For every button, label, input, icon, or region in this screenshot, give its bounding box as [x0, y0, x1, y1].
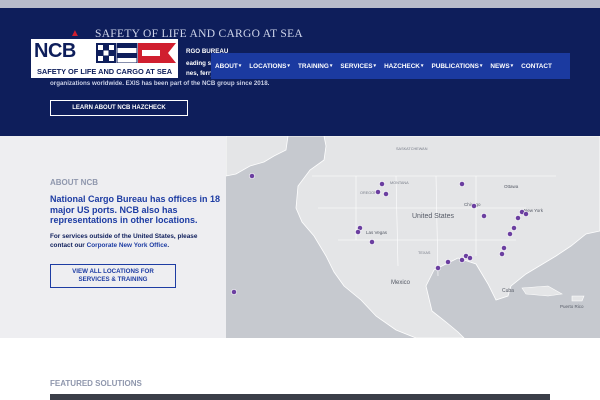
- locations-headline: National Cargo Bureau has offices in 18 …: [50, 194, 221, 225]
- nav-label: PUBLICATIONS: [431, 62, 479, 70]
- nav-item-training[interactable]: TRAINING ▾: [298, 63, 332, 70]
- office-marker[interactable]: [507, 231, 513, 237]
- map-label-mexico: Mexico: [391, 280, 411, 286]
- office-marker[interactable]: [249, 173, 255, 179]
- nav-item-locations[interactable]: LOCATIONS ▾: [249, 63, 290, 70]
- map-label-united-states: United States: [412, 213, 455, 220]
- chevron-down-icon: ▾: [238, 63, 242, 69]
- locations-note: For services outside of the United State…: [50, 233, 220, 250]
- nav-item-services[interactable]: SERVICES ▾: [340, 63, 376, 70]
- chevron-down-icon: ▾: [479, 63, 483, 69]
- office-marker[interactable]: [459, 257, 465, 263]
- nav-label: HAZCHECK: [384, 62, 420, 70]
- nav-item-contact[interactable]: CONTACT: [521, 63, 552, 70]
- map-label-texas: TEXAS: [418, 251, 431, 255]
- office-marker[interactable]: [511, 225, 517, 231]
- nav-label: SERVICES: [340, 62, 373, 70]
- corporate-office-link[interactable]: Corporate New York Office: [87, 242, 168, 249]
- button-line-2: SERVICES & TRAINING: [78, 276, 148, 283]
- office-marker[interactable]: [501, 245, 507, 251]
- nav-item-hazcheck[interactable]: HAZCHECK ▾: [384, 63, 423, 70]
- logo-wordmark: NCB: [34, 40, 76, 62]
- featured-solutions-heading: FEATURED SOLUTIONS: [50, 379, 142, 388]
- map-canvas: United States Mexico Cuba Puerto Rico Ot…: [226, 136, 600, 338]
- office-marker[interactable]: [523, 211, 529, 217]
- map-label-cuba: Cuba: [502, 288, 514, 294]
- nav-item-about[interactable]: ABOUT ▾: [215, 63, 241, 70]
- locations-info-panel: ABOUT NCB National Cargo Bureau has offi…: [0, 136, 226, 338]
- land-puerto-rico: [571, 295, 585, 302]
- chevron-down-icon: ▾: [373, 63, 377, 69]
- office-marker[interactable]: [515, 215, 521, 221]
- nav-item-publications[interactable]: PUBLICATIONS ▾: [431, 63, 482, 70]
- featured-solutions-image: [50, 394, 550, 400]
- office-marker[interactable]: [471, 203, 477, 209]
- office-locations-map[interactable]: United States Mexico Cuba Puerto Rico Ot…: [226, 136, 600, 338]
- office-marker[interactable]: [369, 239, 375, 245]
- office-marker[interactable]: [435, 265, 441, 271]
- office-marker[interactable]: [481, 213, 487, 219]
- top-utility-bar: [0, 0, 600, 8]
- logo-subtitle: SAFETY OF LIFE AND CARGO AT SEA: [36, 67, 173, 76]
- button-line-1: VIEW ALL LOCATIONS FOR: [72, 268, 154, 275]
- map-label-puerto-rico: Puerto Rico: [560, 304, 584, 309]
- office-marker[interactable]: [383, 191, 389, 197]
- map-label-las-vegas: Las Vegas: [366, 230, 388, 235]
- chevron-down-icon: ▾: [287, 63, 290, 69]
- view-all-locations-button[interactable]: VIEW ALL LOCATIONS FOR SERVICES & TRAINI…: [50, 264, 176, 288]
- nav-item-news[interactable]: NEWS ▾: [490, 63, 513, 70]
- office-marker[interactable]: [379, 181, 385, 187]
- map-label-montana: MONTANA: [390, 181, 409, 185]
- nav-label: CONTACT: [521, 62, 552, 70]
- signal-flags-icon: [96, 43, 176, 63]
- learn-about-hazcheck-button[interactable]: LEARN ABOUT NCB HAZCHECK: [50, 100, 188, 116]
- nav-label: LOCATIONS: [249, 62, 287, 70]
- nav-label: NEWS: [490, 62, 510, 70]
- ncb-logo[interactable]: NCB SAFETY OF LIFE AND CARGO AT SEA: [30, 38, 179, 79]
- office-marker[interactable]: [459, 181, 465, 187]
- chevron-down-icon: ▾: [420, 63, 424, 69]
- office-marker[interactable]: [467, 255, 473, 261]
- map-label-saskatchewan: SASKATCHEWAN: [396, 147, 428, 151]
- section-label: ABOUT NCB: [50, 178, 98, 187]
- chevron-down-icon: ▾: [329, 63, 333, 69]
- hero-text-line-4: organizations worldwide. EXIS has been p…: [50, 80, 270, 87]
- note-suffix: .: [167, 241, 170, 249]
- office-marker[interactable]: [445, 259, 451, 265]
- office-marker[interactable]: [375, 189, 381, 195]
- map-label-oregon: OREGON: [360, 191, 377, 195]
- nav-label: TRAINING: [297, 62, 329, 70]
- office-marker[interactable]: [499, 251, 505, 257]
- nav-label: ABOUT: [215, 62, 238, 70]
- main-navigation: ABOUT ▾ LOCATIONS ▾ TRAINING ▾ SERVICES ▾ HA…: [211, 53, 570, 79]
- office-marker[interactable]: [231, 289, 237, 295]
- office-marker[interactable]: [355, 229, 361, 235]
- chevron-down-icon: ▾: [510, 63, 514, 69]
- locations-section: ABOUT NCB National Cargo Bureau has offi…: [0, 136, 600, 338]
- map-label-ottawa: Ottawa: [504, 184, 519, 189]
